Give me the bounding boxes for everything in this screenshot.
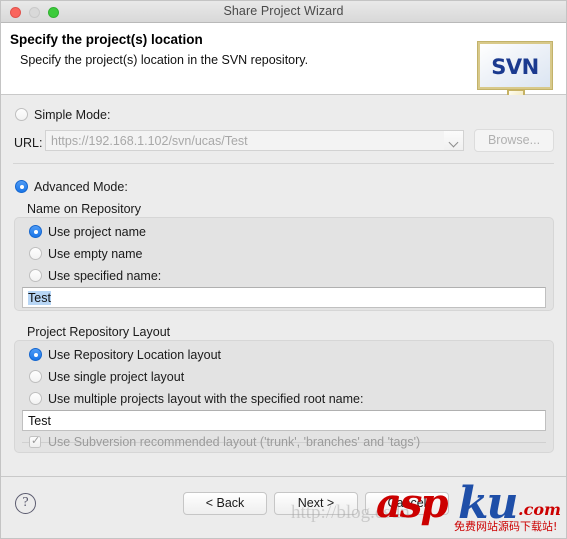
radio-use-empty-name-indicator[interactable] [29,247,42,260]
radio-use-multiple-projects-layout-indicator[interactable] [29,392,42,405]
radio-use-single-project-layout-indicator[interactable] [29,370,42,383]
radio-use-multiple-projects-layout-label: Use multiple projects layout with the sp… [48,392,364,406]
radio-use-empty-name[interactable]: Use empty name [29,245,142,263]
specified-name-input[interactable]: Test [22,287,546,308]
root-name-input[interactable]: Test [22,410,546,431]
radio-use-project-name-label: Use project name [48,225,146,239]
radio-use-repository-location-layout-indicator[interactable] [29,348,42,361]
help-button[interactable]: ? [15,493,36,514]
group-label-project-repository-layout: Project Repository Layout [27,325,171,339]
radio-use-repository-location-layout[interactable]: Use Repository Location layout [29,346,221,364]
url-label: URL: [14,136,43,150]
radio-use-single-project-layout-label: Use single project layout [48,370,185,384]
window-titlebar: Share Project Wizard [1,1,566,23]
radio-use-single-project-layout[interactable]: Use single project layout [29,368,184,386]
specified-name-input-value: Test [28,291,51,305]
checkbox-label: Use Subversion recommended layout ('trun… [48,435,421,449]
radio-simple-mode-label: Simple Mode: [34,108,111,122]
wizard-header: Specify the project(s) location Specify … [1,23,566,109]
radio-use-specified-name[interactable]: Use specified name: [29,267,161,285]
next-button[interactable]: Next > [274,492,358,515]
radio-use-project-name-indicator[interactable] [29,225,42,238]
wizard-footer: ? < Back Next > Cancel [1,476,566,538]
page-subtitle: Specify the project(s) location in the S… [20,53,309,67]
checkbox-indicator[interactable] [29,434,41,448]
radio-use-project-name[interactable]: Use project name [29,223,146,241]
cancel-button[interactable]: Cancel [365,492,449,515]
section-divider [13,163,554,164]
share-project-wizard-window: Share Project Wizard Specify the project… [0,0,567,539]
group-label-name-on-repository: Name on Repository [27,202,141,216]
wizard-content: Simple Mode: URL: https://192.168.1.102/… [1,95,566,453]
checkbox-use-subversion-recommended-layout[interactable]: Use Subversion recommended layout ('trun… [29,433,420,451]
chevron-down-icon[interactable] [444,130,464,151]
radio-advanced-mode[interactable]: Advanced Mode: [15,178,128,196]
browse-button[interactable]: Browse... [474,129,554,152]
svn-logo-text: SVN [491,55,539,79]
window-title: Share Project Wizard [223,4,344,18]
radio-advanced-mode-indicator[interactable] [15,180,28,193]
radio-use-empty-name-label: Use empty name [48,247,143,261]
radio-use-specified-name-indicator[interactable] [29,269,42,282]
url-input[interactable]: https://192.168.1.102/svn/ucas/Test [45,130,464,151]
radio-use-specified-name-label: Use specified name: [48,269,162,283]
svn-logo-screen: SVN [478,42,552,89]
radio-simple-mode-indicator[interactable] [15,108,28,121]
radio-use-multiple-projects-layout[interactable]: Use multiple projects layout with the sp… [29,390,363,408]
page-title: Specify the project(s) location [10,32,203,47]
radio-simple-mode[interactable]: Simple Mode: [15,106,110,124]
back-button[interactable]: < Back [183,492,267,515]
radio-use-repository-location-layout-label: Use Repository Location layout [48,348,222,362]
radio-advanced-mode-label: Advanced Mode: [34,180,128,194]
